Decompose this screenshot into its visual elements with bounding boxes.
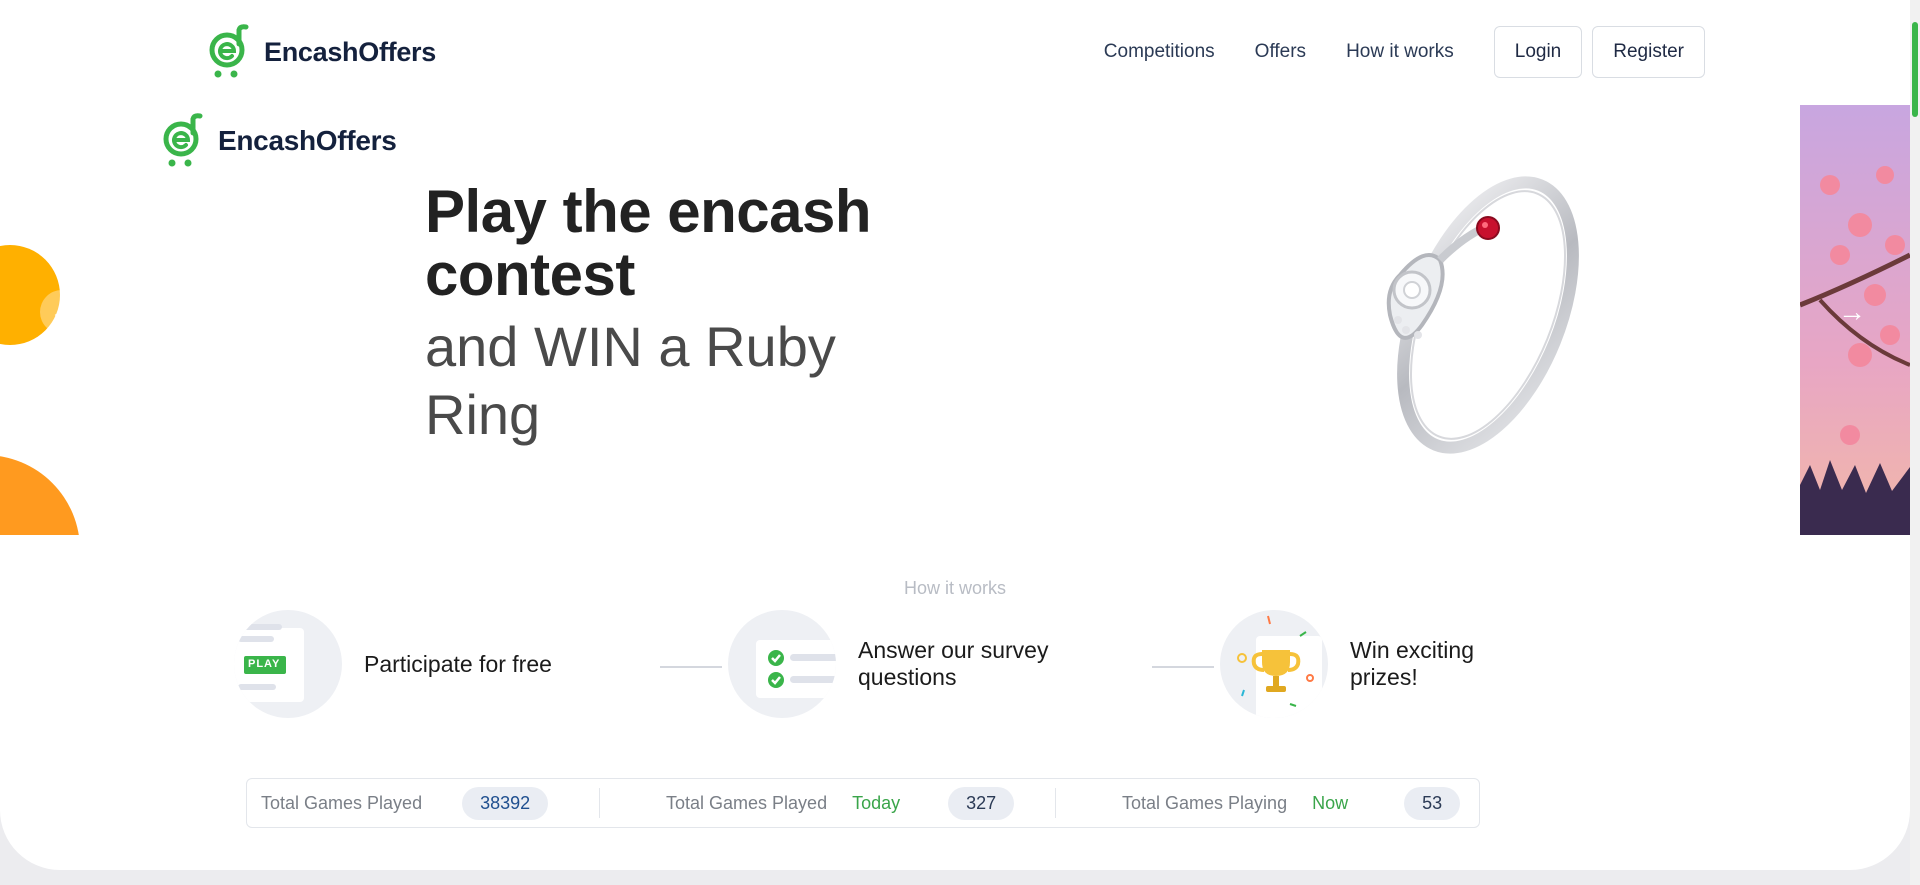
brand-logo-link[interactable]: EncashOffers [206,24,436,80]
register-button[interactable]: Register [1592,26,1705,78]
step-label-participate: Participate for free [364,650,552,677]
how-it-works-step: Win exciting prizes! [1220,610,1510,718]
hero-brand-logo: EncashOffers [160,113,397,169]
how-it-works-heading: How it works [903,578,1006,598]
encash-cart-logo-icon [209,24,249,78]
step-connector [660,666,722,668]
slider-prev-arrow-icon[interactable]: ← [40,290,84,334]
page: EncashOffers Competitions Offers How it … [0,0,1910,870]
slider-next-arrow-icon[interactable]: → [1830,290,1874,334]
trophy-icon [1220,610,1328,718]
stat-games-playing-now: Total Games Playing Now 53 [1055,786,1479,820]
step-label-win: Win exciting prizes! [1350,637,1474,690]
main-nav: Competitions Offers How it works Login R… [1104,26,1705,78]
stat-games-played-today: Total Games Played Today 327 [599,786,1055,820]
nav-link-competitions[interactable]: Competitions [1104,41,1215,63]
game-stats-bar: Total Games Played 38392 Total Games Pla… [246,778,1480,828]
login-button[interactable]: Login [1493,26,1583,78]
stat-label: Total Games Played [261,792,423,813]
play-document-icon: PLAY [234,610,342,718]
how-it-works-step: Answer our survey questions [728,610,1058,718]
step-label-answer: Answer our survey questions [858,637,1049,690]
nav-link-offers[interactable]: Offers [1255,41,1306,63]
stat-value: 327 [948,786,1015,820]
ruby-ring-image [1386,176,1579,454]
brand-name: EncashOffers [264,36,436,67]
encash-cart-logo-icon [163,113,203,167]
page-scrollbar[interactable] [1910,0,1920,885]
play-badge: PLAY [248,658,281,670]
hero-slider: EncashOffers ← Play the encash contest a… [0,105,1910,535]
stat-value: 53 [1404,786,1461,820]
how-it-works-step: PLAY Participate for free [234,610,552,718]
hero-subtitle: and WIN a Ruby Ring [425,315,836,446]
nav-link-how-it-works[interactable]: How it works [1346,41,1454,63]
stat-period: Today [852,792,901,813]
checklist-icon [728,610,836,718]
top-navbar: EncashOffers Competitions Offers How it … [0,0,1910,105]
stat-value: 38392 [462,786,549,820]
stat-label: Total Games Playing [1122,792,1288,813]
stat-total-games-played: Total Games Played 38392 [247,779,599,827]
step-connector [1152,666,1214,668]
decorative-orange-circle [0,455,80,535]
stat-label: Total Games Played [666,792,828,813]
stat-period: Now [1312,792,1349,813]
hero-title: Play the encash contest [425,178,872,308]
hero-brand-name: EncashOffers [218,125,397,156]
scrollbar-thumb[interactable] [1912,22,1918,117]
